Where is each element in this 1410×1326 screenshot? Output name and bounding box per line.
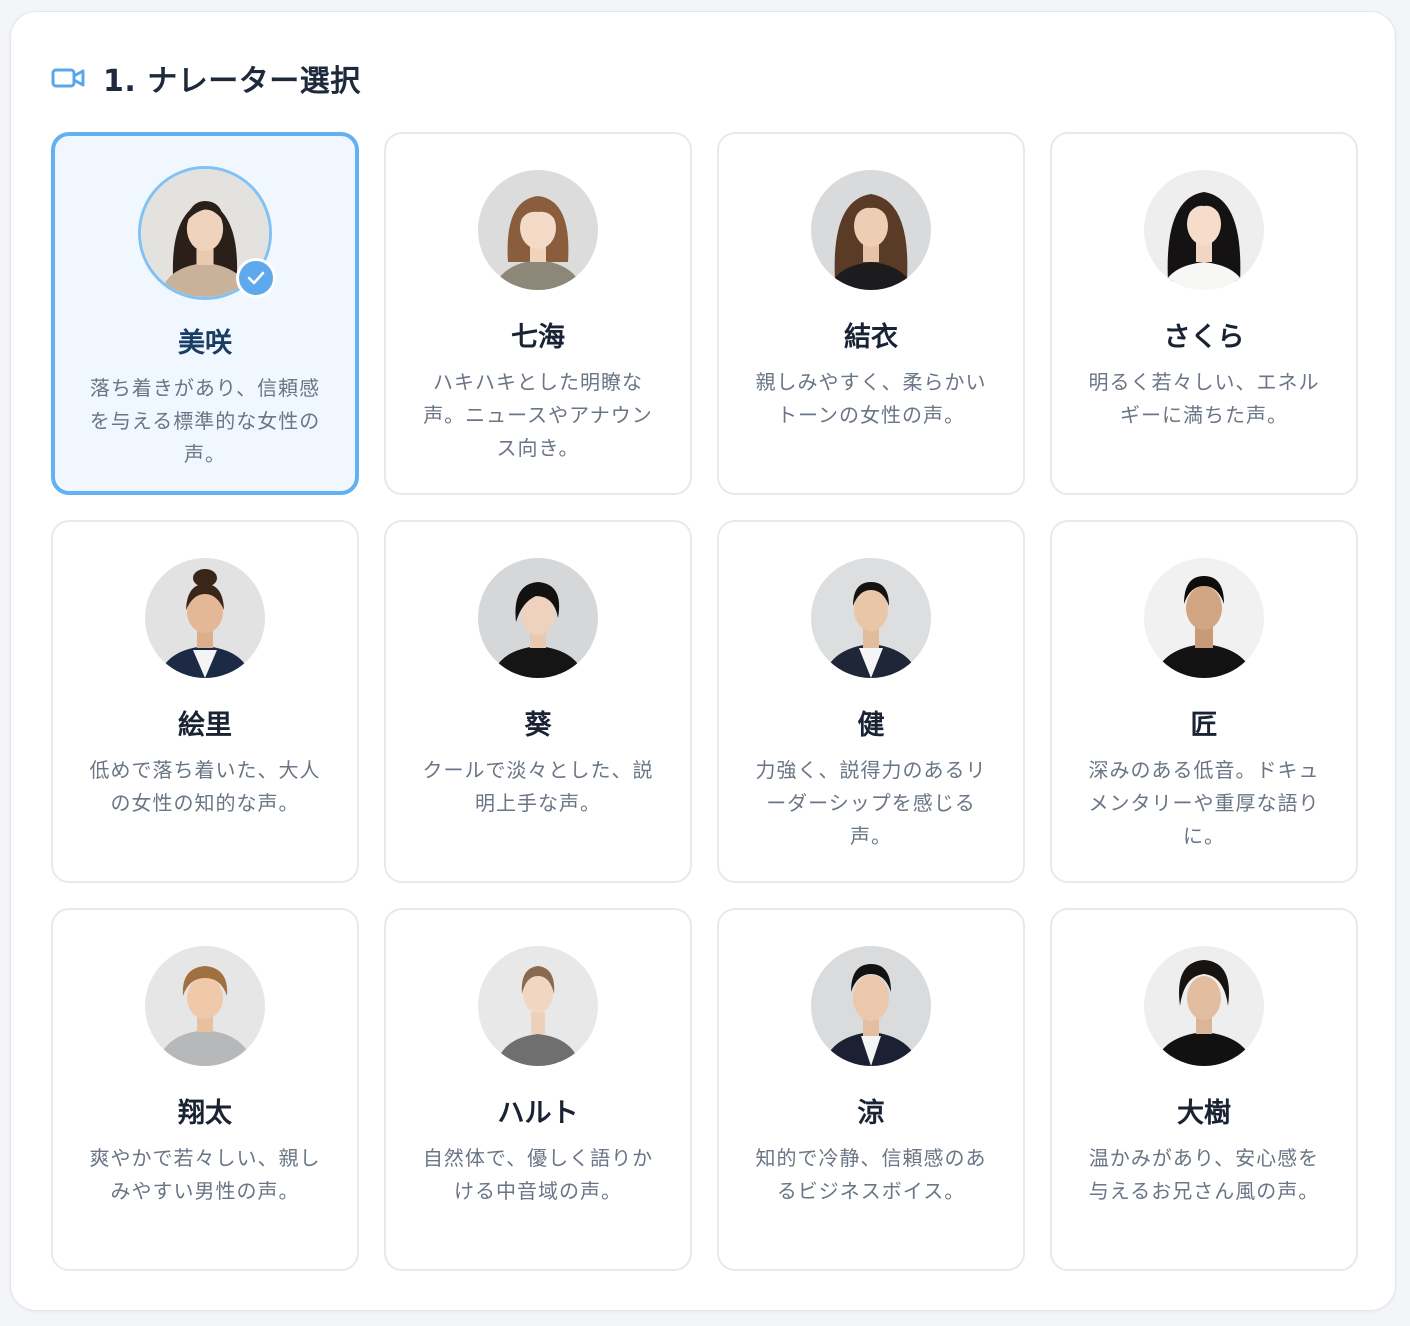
- narrator-description: 深みのある低音。ドキュメンタリーや重厚な語りに。: [1088, 758, 1320, 848]
- avatar: [145, 558, 265, 678]
- narrator-description: ハキハキとした明瞭な声。ニュースやアナウンス向き。: [423, 370, 653, 460]
- narrator-description: 力強く、説得力のあるリーダーシップを感じる声。: [755, 758, 987, 848]
- narrator-card-misaki[interactable]: 美咲 落ち着きがあり、信頼感を与える標準的な女性の声。: [51, 132, 359, 495]
- narrator-description: 自然体で、優しく語りかける中音域の声。: [422, 1146, 654, 1203]
- narrator-description: 親しみやすく、柔らかいトーンの女性の声。: [755, 370, 987, 427]
- narrator-card-sakura[interactable]: さくら 明るく若々しい、エネルギーに満ちた声。: [1050, 132, 1358, 495]
- avatar-wrap: [145, 946, 265, 1066]
- narrator-description: 落ち着きがあり、信頼感を与える標準的な女性の声。: [89, 376, 321, 466]
- avatar: [478, 558, 598, 678]
- avatar-wrap: [1144, 170, 1264, 290]
- narrator-description: 知的で冷静、信頼感のあるビジネスボイス。: [755, 1146, 987, 1203]
- narrator-name: 涼: [857, 1098, 885, 1129]
- avatar-wrap: [138, 166, 276, 300]
- narrator-grid: 美咲 落ち着きがあり、信頼感を与える標準的な女性の声。 七海 ハキハキとした明瞭…: [51, 132, 1358, 1271]
- narrator-card-daiki[interactable]: 大樹 温かみがあり、安心感を与えるお兄さん風の声。: [1050, 908, 1358, 1271]
- avatar-wrap: [478, 170, 598, 290]
- narrator-selection-panel: 1. ナレーター選択 美咲 落ち着きがあり、信頼感を与える標準的な女性の声。 七…: [10, 11, 1396, 1311]
- video-camera-icon: [51, 66, 87, 90]
- narrator-name: 七海: [511, 322, 565, 353]
- avatar: [1144, 170, 1264, 290]
- narrator-name: 翔太: [178, 1098, 232, 1129]
- avatar: [478, 946, 598, 1066]
- avatar: [1144, 558, 1264, 678]
- narrator-description: 爽やかで若々しい、親しみやすい男性の声。: [89, 1146, 321, 1203]
- narrator-name: 結衣: [844, 322, 898, 353]
- avatar-wrap: [811, 946, 931, 1066]
- narrator-name: 大樹: [1177, 1098, 1231, 1129]
- section-header: 1. ナレーター選択: [51, 60, 361, 99]
- avatar-wrap: [1144, 946, 1264, 1066]
- avatar-wrap: [811, 170, 931, 290]
- narrator-card-shota[interactable]: 翔太 爽やかで若々しい、親しみやすい男性の声。: [51, 908, 359, 1271]
- narrator-card-aoi[interactable]: 葵 クールで淡々とした、説明上手な声。: [384, 520, 692, 883]
- section-title: 1. ナレーター選択: [103, 64, 361, 99]
- avatar-wrap: [478, 946, 598, 1066]
- narrator-name: 絵里: [178, 710, 232, 741]
- narrator-card-eri[interactable]: 絵里 低めで落ち着いた、大人の女性の知的な声。: [51, 520, 359, 883]
- narrator-card-ryo[interactable]: 涼 知的で冷静、信頼感のあるビジネスボイス。: [717, 908, 1025, 1271]
- narrator-description: 低めで落ち着いた、大人の女性の知的な声。: [89, 758, 321, 815]
- avatar-wrap: [478, 558, 598, 678]
- narrator-card-yui[interactable]: 結衣 親しみやすく、柔らかいトーンの女性の声。: [717, 132, 1025, 495]
- avatar: [811, 946, 931, 1066]
- check-icon: [236, 258, 276, 298]
- avatar: [478, 170, 598, 290]
- avatar-wrap: [145, 558, 265, 678]
- narrator-description: クールで淡々とした、説明上手な声。: [422, 758, 654, 815]
- avatar: [811, 558, 931, 678]
- narrator-description: 温かみがあり、安心感を与えるお兄さん風の声。: [1088, 1146, 1320, 1203]
- narrator-name: 美咲: [178, 328, 232, 359]
- narrator-card-haruto[interactable]: ハルト 自然体で、優しく語りかける中音域の声。: [384, 908, 692, 1271]
- narrator-description: 明るく若々しい、エネルギーに満ちた声。: [1088, 370, 1320, 427]
- narrator-name: 健: [857, 710, 885, 741]
- avatar: [1144, 946, 1264, 1066]
- avatar-wrap: [811, 558, 931, 678]
- narrator-card-takumi[interactable]: 匠 深みのある低音。ドキュメンタリーや重厚な語りに。: [1050, 520, 1358, 883]
- avatar-wrap: [1144, 558, 1264, 678]
- narrator-name: ハルト: [497, 1098, 579, 1129]
- narrator-name: 匠: [1190, 710, 1218, 741]
- narrator-card-ken[interactable]: 健 力強く、説得力のあるリーダーシップを感じる声。: [717, 520, 1025, 883]
- narrator-name: さくら: [1163, 322, 1245, 353]
- avatar: [145, 946, 265, 1066]
- narrator-name: 葵: [524, 710, 552, 741]
- narrator-card-nanami[interactable]: 七海 ハキハキとした明瞭な声。ニュースやアナウンス向き。: [384, 132, 692, 495]
- avatar: [811, 170, 931, 290]
